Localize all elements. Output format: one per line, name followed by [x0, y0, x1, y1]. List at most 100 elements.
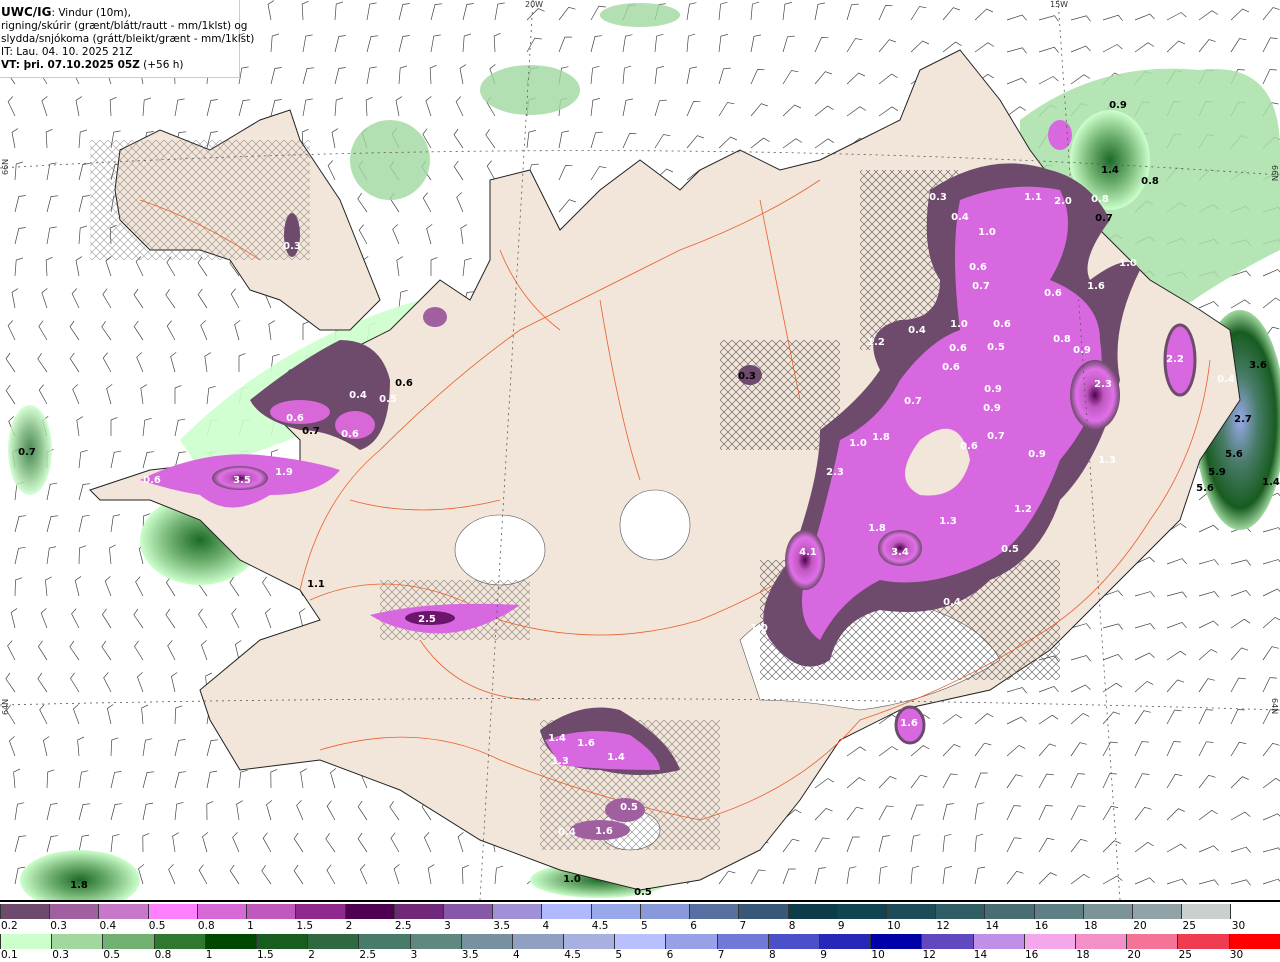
snow-color-cell — [738, 904, 788, 919]
precip-value-label: 0.6 — [395, 378, 413, 389]
snow-color-cell — [590, 904, 640, 919]
rain-color-cell — [1228, 934, 1280, 949]
precip-value-label: 1.6 — [577, 738, 595, 749]
snow-color-cell — [1181, 904, 1231, 919]
precip-value-label: 1.0 — [1119, 258, 1137, 269]
lat-label-66n-right: 66N — [1270, 165, 1279, 181]
precip-value-label: 0.6 — [1044, 288, 1062, 299]
precip-value-label: 1.0 — [849, 438, 867, 449]
precip-value-label: 0.6 — [949, 343, 967, 354]
precip-value-label: 0.9 — [983, 403, 1001, 414]
precip-value-label: 1.6 — [595, 826, 613, 837]
rain-color-cell — [1023, 934, 1075, 949]
model-name: UWC/IG — [1, 5, 52, 19]
precip-value-label: 2.2 — [1166, 354, 1184, 365]
snow-label: 18 — [1084, 920, 1098, 932]
snow-color-cell — [1033, 904, 1083, 919]
precip-value-label: 0.9 — [984, 384, 1002, 395]
rain-color-cell — [767, 934, 819, 949]
precip-value-label: 1.4 — [607, 752, 625, 763]
snow-label: 0.5 — [148, 920, 166, 932]
snow-label: 4.5 — [591, 920, 609, 932]
rain-color-cell — [972, 934, 1024, 949]
rain-color-cell — [921, 934, 973, 949]
rain-color-cell — [665, 934, 717, 949]
snow-label: 2 — [345, 920, 353, 932]
precip-value-label: 1.3 — [1098, 455, 1116, 466]
rain-label: 0.3 — [52, 949, 69, 961]
snow-label: 12 — [936, 920, 950, 932]
precip-value-label: 0.9 — [1073, 345, 1091, 356]
rain-color-cell — [102, 934, 154, 949]
precip-value-label: 1.8 — [70, 880, 88, 891]
valid-time: VT: þri. 07.10.2025 05Z — [1, 59, 140, 71]
precip-value-label: 1.3 — [939, 516, 957, 527]
precip-value-label: 1.0 — [978, 227, 996, 238]
rain-color-cell — [716, 934, 768, 949]
rain-color-cell — [1074, 934, 1127, 949]
rain-color-cell — [51, 934, 103, 949]
precip-value-label: 1.9 — [275, 467, 293, 478]
precip-value-label: 0.3 — [929, 192, 947, 203]
snow-label: 1 — [247, 920, 254, 932]
snow-color-cell — [1082, 904, 1133, 919]
rain-color-cell — [460, 934, 512, 949]
rain-color-cell — [307, 934, 359, 949]
snow-color-cell — [246, 904, 296, 919]
precip-value-label: 0.9 — [1028, 449, 1046, 460]
precip-value-label: 0.5 — [379, 394, 397, 405]
precip-value-label: 2.0 — [1054, 196, 1072, 207]
rain-color-cell — [204, 934, 256, 949]
rain-label: 12 — [922, 949, 936, 961]
rain-color-cell — [358, 934, 410, 949]
rain-colorbar-labels: 0.1 0.3 0.5 0.8 1 1.5 2 2.5 3 3.5 4 4.5 5 6 7 8 9 10 12 14 1… — [0, 949, 1280, 962]
snow-color-cell — [1132, 904, 1182, 919]
snow-label: 2.5 — [394, 920, 412, 932]
weather-map: 20W 15W 66N 64N 66N 64N 0.3 0.6 0.4 0.5 0.6 3… — [0, 0, 1280, 900]
rain-label: 20 — [1127, 949, 1141, 961]
rain-label: 0.8 — [154, 949, 172, 961]
snow-label: 7 — [739, 920, 747, 932]
snow-label: 0.2 — [1, 920, 18, 932]
snow-label: 0.3 — [50, 920, 67, 932]
precip-value-label: 0.6 — [143, 475, 161, 486]
precip-value-label: 1.1 — [1024, 192, 1042, 203]
rain-label: 25 — [1178, 949, 1192, 961]
precip-value-label: 0.7 — [1095, 213, 1113, 224]
precip-value-label: 0.6 — [993, 319, 1011, 330]
precip-value-label: 4.1 — [799, 547, 817, 558]
snow-label: 10 — [887, 920, 901, 932]
precip-value-label: 1.0 — [563, 874, 581, 885]
precip-value-label: 0.6 — [286, 413, 304, 424]
snow-colorbar — [0, 904, 1280, 919]
lead-time: (+56 h) — [143, 59, 184, 71]
precip-value-label: 0.8 — [1053, 334, 1071, 345]
snow-color-cell — [935, 904, 985, 919]
precip-value-label: 0.3 — [283, 241, 301, 252]
precip-value-label: 2.5 — [418, 614, 436, 625]
rain-label: 2.5 — [359, 949, 377, 961]
snow-color-cell — [49, 904, 99, 919]
snow-color-cell — [639, 904, 690, 919]
snow-label: 9 — [837, 920, 845, 932]
snow-color-cell — [442, 904, 493, 919]
precip-value-label: 0.5 — [620, 802, 638, 813]
rain-label: 5 — [615, 949, 623, 961]
precip-value-label: 1.6 — [900, 718, 918, 729]
snow-label: 3.5 — [493, 920, 510, 932]
precip-value-label: 0.6 — [341, 429, 359, 440]
snow-label: 0.8 — [197, 920, 215, 932]
snow-color-cell — [984, 904, 1034, 919]
precip-value-label: 0.4 — [349, 390, 367, 401]
snow-label: 6 — [690, 920, 697, 932]
snow-label: 20 — [1133, 920, 1147, 932]
precip-value-label: 1.4 — [1262, 477, 1280, 488]
rain-label: 30 — [1229, 949, 1244, 961]
precip-value-label: 0.4 — [1217, 374, 1235, 385]
snow-label: 25 — [1182, 920, 1196, 932]
snow-color-cell — [344, 904, 394, 919]
snow-color-cell — [196, 904, 247, 919]
precip-value-label: 1.2 — [867, 337, 885, 348]
precip-value-label: 0.7 — [904, 396, 922, 407]
snow-color-cell — [147, 904, 197, 919]
